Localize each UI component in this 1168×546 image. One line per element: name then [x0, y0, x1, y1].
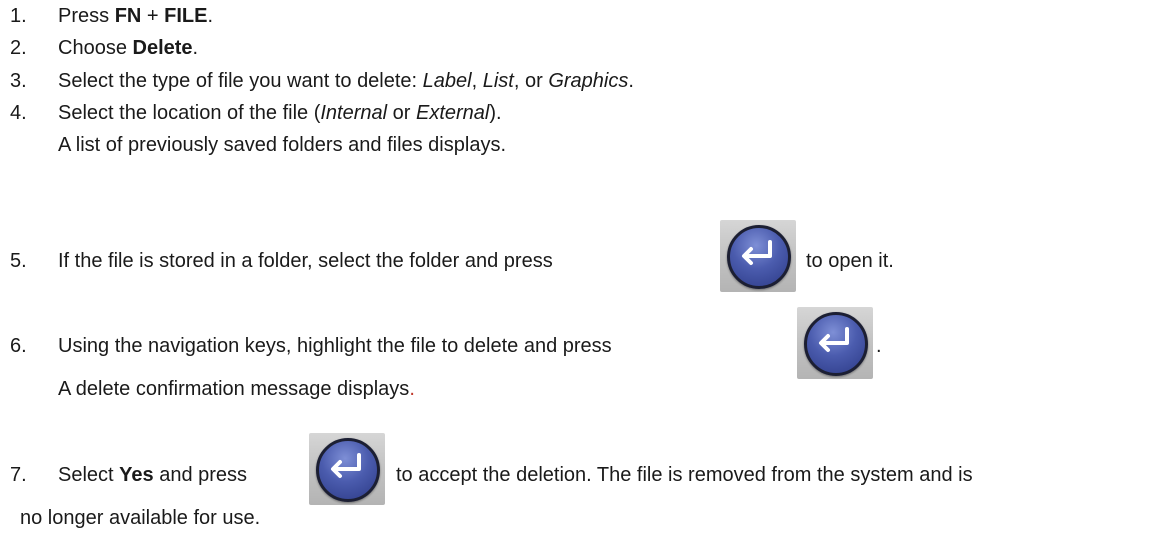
step-text-after-key: to accept the deletion. The file is remo…	[396, 464, 973, 486]
step-text-after-key: .	[876, 335, 882, 357]
step-7-continuation: no longer available for use.	[20, 507, 261, 529]
step-text: Press FN + FILE.	[58, 5, 214, 27]
enter-key-icon	[720, 220, 796, 292]
step-number: 6.	[10, 335, 27, 357]
step-text: Choose Delete.	[58, 37, 199, 59]
enter-key-icon	[797, 307, 873, 379]
step-5-after: to open it.	[806, 249, 894, 273]
enter-key-icon	[309, 433, 385, 505]
step-number: 7.	[10, 464, 27, 486]
step-6-result: A delete confirmation message displays.	[58, 378, 415, 400]
step-number: 3.	[10, 70, 27, 92]
step-text: If the file is stored in a folder, selec…	[58, 250, 553, 272]
step-number: 4.	[10, 102, 27, 124]
step-text: Using the navigation keys, highlight the…	[58, 335, 612, 357]
step-number: 1.	[10, 5, 27, 27]
step-4-result: A list of previously saved folders and f…	[58, 134, 506, 156]
step-text: Select the type of file you want to dele…	[58, 70, 634, 92]
step-text: Select Yes and press	[58, 464, 248, 486]
step-text-after-key: to open it.	[806, 250, 894, 272]
step-number: 5.	[10, 250, 27, 272]
step-number: 2.	[10, 37, 27, 59]
step-text: Select the location of the file (Interna…	[58, 102, 502, 124]
step-6-after: .	[876, 334, 882, 358]
step-7-after: to accept the deletion. The file is remo…	[396, 463, 973, 487]
